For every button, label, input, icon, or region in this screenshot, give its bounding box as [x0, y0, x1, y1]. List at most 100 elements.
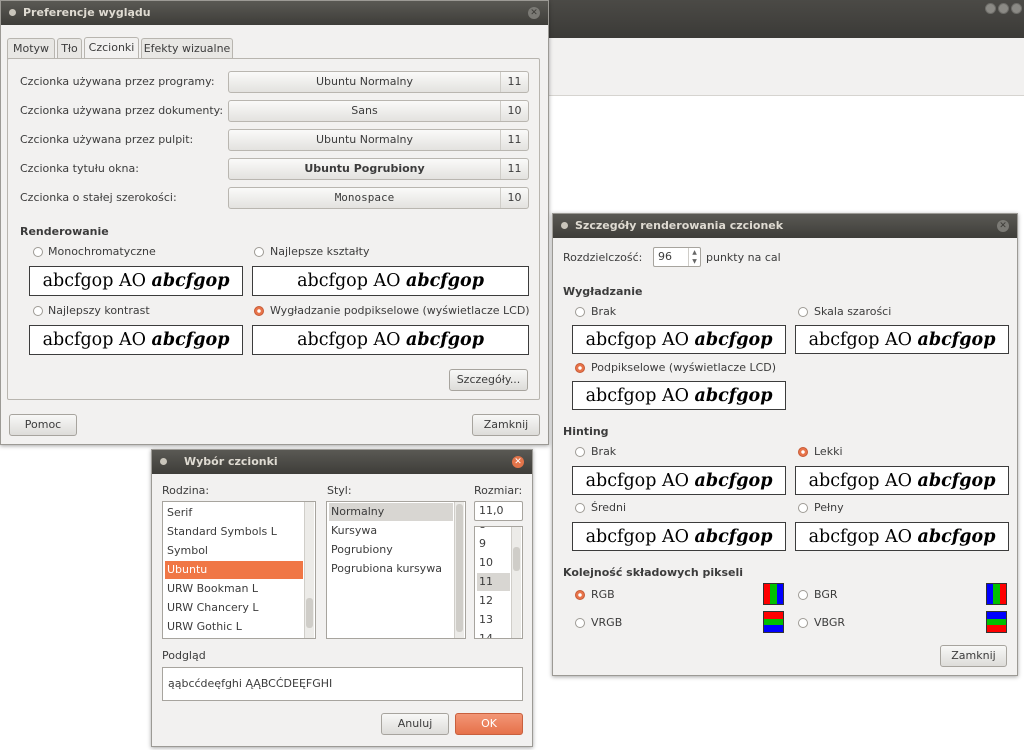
list-item[interactable]: Symbol	[165, 542, 303, 560]
scroll-thumb[interactable]	[456, 504, 463, 632]
style-label: Styl:	[327, 484, 352, 497]
radio-hinting-slight[interactable]	[798, 447, 808, 457]
font-button-desktop[interactable]: Ubuntu Normalny 11	[228, 129, 529, 151]
tab-tlo[interactable]: Tło	[57, 38, 82, 59]
list-item[interactable]: Pogrubiona kursywa	[329, 560, 453, 578]
window-menu-icon[interactable]	[160, 458, 167, 465]
radio-label: Brak	[591, 305, 617, 318]
list-item[interactable]: Standard Symbols L	[165, 523, 303, 541]
radio-order-vrgb[interactable]	[575, 618, 585, 628]
font-label-window-title: Czcionka tytułu okna:	[20, 162, 139, 175]
rendering-sample-monochrome[interactable]: abcfgop AO abcfgop	[29, 266, 243, 296]
vbgr-pixel-icon	[986, 611, 1007, 633]
radio-hinting-full[interactable]	[798, 503, 808, 513]
list-item[interactable]: 14	[477, 630, 510, 638]
hinting-sample-medium[interactable]: abcfgop AO abcfgop	[572, 522, 786, 551]
list-item[interactable]: 11	[477, 573, 510, 591]
radio-subpixel[interactable]	[254, 306, 264, 316]
style-list[interactable]: Pogrubiona kursywa Pogrubiony Kursywa Norma…	[326, 501, 466, 639]
list-item[interactable]: 9	[477, 535, 510, 553]
scroll-thumb[interactable]	[306, 598, 313, 628]
font-button-window-title[interactable]: Ubuntu Pogrubiony 11	[228, 158, 529, 180]
radio-order-rgb[interactable]	[575, 590, 585, 600]
family-list[interactable]: URW Gothic L URW Chancery L URW Bookman LU…	[162, 501, 316, 639]
rendering-sample-subpixel[interactable]: abcfgop AO abcfgop	[252, 325, 529, 355]
list-item[interactable]: Serif	[165, 504, 303, 522]
radio-smoothing-subpixel[interactable]	[575, 363, 585, 373]
close-icon[interactable]	[1011, 3, 1022, 14]
font-button-documents[interactable]: Sans 10	[228, 100, 529, 122]
list-item[interactable]: Pogrubiony	[329, 541, 453, 559]
list-item[interactable]: 12	[477, 592, 510, 610]
list-item[interactable]: Kursywa	[329, 522, 453, 540]
radio-smoothing-none[interactable]	[575, 307, 585, 317]
radio-monochrome[interactable]	[33, 247, 43, 257]
radio-hinting-medium[interactable]	[575, 503, 585, 513]
details-titlebar: Szczegóły renderowania czcionek ✕	[553, 214, 1017, 238]
radio-hinting-none[interactable]	[575, 447, 585, 457]
scroll-thumb[interactable]	[513, 547, 520, 571]
list-item[interactable]: Ubuntu	[165, 561, 303, 579]
list-item[interactable]: 8	[477, 527, 510, 534]
subpixel-stripe	[987, 618, 1006, 626]
list-item[interactable]: 10	[477, 554, 510, 572]
radio-best-contrast[interactable]	[33, 306, 43, 316]
resolution-spinbutton[interactable]: 96 ▲ ▼	[653, 247, 701, 267]
list-item[interactable]: URW Bookman L	[165, 580, 303, 598]
sample-italic: abcfgop	[151, 330, 230, 350]
radio-order-vbgr[interactable]	[798, 618, 808, 628]
list-item[interactable]: Normalny	[329, 503, 453, 521]
font-chooser-titlebar: Wybór czcionki ✕	[152, 450, 532, 474]
subpixel-stripe	[987, 612, 1006, 619]
radio-order-bgr[interactable]	[798, 590, 808, 600]
font-label-documents: Czcionka używana przez dokumenty:	[20, 104, 224, 117]
family-scrollbar[interactable]	[304, 502, 314, 638]
size-scrollbar[interactable]	[511, 527, 521, 638]
font-button-applications[interactable]: Ubuntu Normalny 11	[228, 71, 529, 93]
details-button[interactable]: Szczegóły...	[449, 369, 528, 391]
preview-text-field[interactable]: ąąbcćdeęfghi ĄĄBCĆDEĘFGHI	[162, 667, 523, 701]
subpixel-order-heading: Kolejność składowych pikseli	[563, 566, 743, 579]
subpixel-stripe	[764, 612, 783, 619]
smoothing-sample-none[interactable]: abcfgop AO abcfgop	[572, 325, 786, 354]
hinting-sample-slight[interactable]: abcfgop AO abcfgop	[795, 466, 1009, 495]
radio-best-shapes[interactable]	[254, 247, 264, 257]
radio-smoothing-grayscale[interactable]	[798, 307, 808, 317]
tab-efekty-wizualne[interactable]: Efekty wizualne	[141, 38, 233, 59]
close-icon[interactable]: ✕	[512, 456, 524, 468]
spin-arrows-icon[interactable]: ▲ ▼	[688, 248, 700, 266]
rendering-sample-best-shapes[interactable]: abcfgop AO abcfgop	[252, 266, 529, 296]
details-close-button[interactable]: Zamknij	[940, 645, 1007, 667]
smoothing-sample-grayscale[interactable]: abcfgop AO abcfgop	[795, 325, 1009, 354]
radio-label: Najlepsze kształty	[270, 245, 370, 258]
list-item[interactable]: 13	[477, 611, 510, 629]
help-button[interactable]: Pomoc	[9, 414, 77, 436]
close-button[interactable]: Zamknij	[472, 414, 540, 436]
size-input[interactable]: 11,0	[474, 501, 523, 521]
size-list[interactable]: 141312111098	[474, 526, 523, 639]
minimize-icon[interactable]	[985, 3, 996, 14]
style-scrollbar[interactable]	[454, 502, 464, 638]
tab-czcionki[interactable]: Czcionki	[84, 37, 139, 59]
hinting-sample-none[interactable]: abcfgop AO abcfgop	[572, 466, 786, 495]
size-label: Rozmiar:	[474, 484, 523, 497]
maximize-icon[interactable]	[998, 3, 1009, 14]
font-button-monospace[interactable]: Monospace 10	[228, 187, 529, 209]
rendering-sample-best-contrast[interactable]: abcfgop AO abcfgop	[29, 325, 243, 355]
sample-italic: abcfgop	[151, 271, 230, 291]
close-icon[interactable]: ✕	[997, 220, 1009, 232]
sample-regular: abcfgop AO	[808, 330, 918, 350]
window-menu-icon[interactable]	[9, 9, 16, 16]
window-menu-icon[interactable]	[561, 222, 568, 229]
list-item[interactable]: URW Chancery L	[165, 599, 303, 617]
rendering-heading: Renderowanie	[20, 225, 109, 238]
ok-button[interactable]: OK	[455, 713, 523, 735]
subpixel-stripe	[764, 625, 783, 632]
close-icon[interactable]: ✕	[528, 7, 540, 19]
list-item[interactable]: URW Gothic L	[165, 618, 303, 636]
font-size: 10	[500, 188, 528, 208]
cancel-button[interactable]: Anuluj	[381, 713, 449, 735]
tab-motyw[interactable]: Motyw	[7, 38, 55, 59]
hinting-sample-full[interactable]: abcfgop AO abcfgop	[795, 522, 1009, 551]
smoothing-sample-subpixel[interactable]: abcfgop AO abcfgop	[572, 381, 786, 410]
